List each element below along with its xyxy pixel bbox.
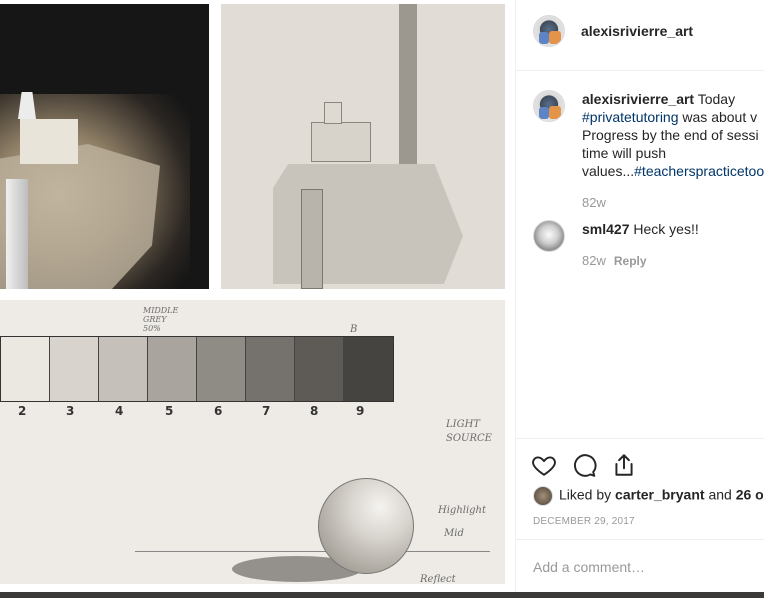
share-icon[interactable] — [611, 452, 637, 478]
reflect-label: Reflect — [420, 574, 456, 584]
avatar[interactable] — [533, 220, 565, 252]
caption-text: was about v — [682, 109, 758, 125]
value-scale-sketch: MIDDLE GREY 50% B 2 3 4 5 6 7 8 9 LIGHT … — [0, 300, 505, 584]
still-life-sketch — [221, 4, 505, 289]
scale-number: 6 — [214, 404, 223, 418]
header-username[interactable]: alexisrivierre_art — [581, 23, 693, 39]
scale-number: 8 — [310, 404, 319, 418]
scale-number: 4 — [115, 404, 124, 418]
likes-summary: Liked by carter_bryant and 26 o — [533, 486, 764, 506]
divider — [516, 539, 764, 540]
comment: sml427 Heck yes!! — [582, 220, 699, 238]
still-life-photo — [0, 4, 209, 289]
caption-text: Progress by the end of sessi — [582, 127, 759, 143]
scale-number: 3 — [66, 404, 75, 418]
middle-grey-label: MIDDLE GREY 50% — [143, 306, 179, 333]
likes-prefix: Liked by — [559, 486, 612, 503]
likes-count[interactable]: 26 o — [736, 487, 764, 503]
add-comment-input[interactable]: Add a comment… — [533, 559, 645, 575]
highlight-label: Highlight — [438, 505, 487, 516]
value-scale — [0, 336, 394, 402]
hashtag-link[interactable]: #privatetutoring — [582, 109, 679, 125]
scale-number: 7 — [262, 404, 271, 418]
b-label: B — [350, 324, 358, 335]
divider — [516, 438, 764, 439]
heart-icon[interactable] — [531, 452, 557, 478]
scale-number: 9 — [356, 404, 365, 418]
scale-number: 2 — [18, 404, 27, 418]
caption-text: time will push — [582, 145, 667, 161]
caption: alexisrivierre_art Today #privatetutorin… — [582, 90, 764, 180]
post-date[interactable]: DECEMBER 29, 2017 — [533, 516, 635, 527]
caption-age[interactable]: 82w — [582, 195, 606, 210]
liker-avatar[interactable] — [533, 486, 553, 506]
mid-label: Mid — [444, 528, 464, 539]
scale-number: 5 — [165, 404, 174, 418]
comment-icon[interactable] — [571, 452, 597, 478]
backdrop-strip — [0, 592, 764, 598]
post-media[interactable]: MIDDLE GREY 50% B 2 3 4 5 6 7 8 9 LIGHT … — [0, 0, 515, 598]
reply-button[interactable]: Reply — [614, 254, 647, 268]
comment-age[interactable]: 82w — [582, 253, 606, 268]
comment-text: Heck yes!! — [633, 221, 699, 237]
likes-middle: and — [708, 486, 732, 503]
comment-username[interactable]: sml427 — [582, 221, 629, 237]
scale-numbers: 2 3 4 5 6 7 8 9 — [0, 404, 400, 420]
divider — [516, 70, 764, 71]
caption-text: Today — [697, 91, 736, 107]
avatar[interactable] — [533, 15, 565, 47]
hashtag-link[interactable]: #teacherspracticetoo — [634, 163, 764, 179]
post-sidebar: alexisrivierre_art alexisrivierre_art To… — [515, 0, 764, 592]
avatar[interactable] — [533, 90, 565, 122]
caption-username[interactable]: alexisrivierre_art — [582, 91, 694, 107]
light-source-label: LIGHT SOURCE — [446, 419, 492, 444]
shaded-sphere — [318, 478, 414, 574]
caption-text: values... — [582, 163, 635, 179]
liker-username[interactable]: carter_bryant — [615, 487, 705, 503]
comment-meta: 82w Reply — [582, 253, 647, 268]
